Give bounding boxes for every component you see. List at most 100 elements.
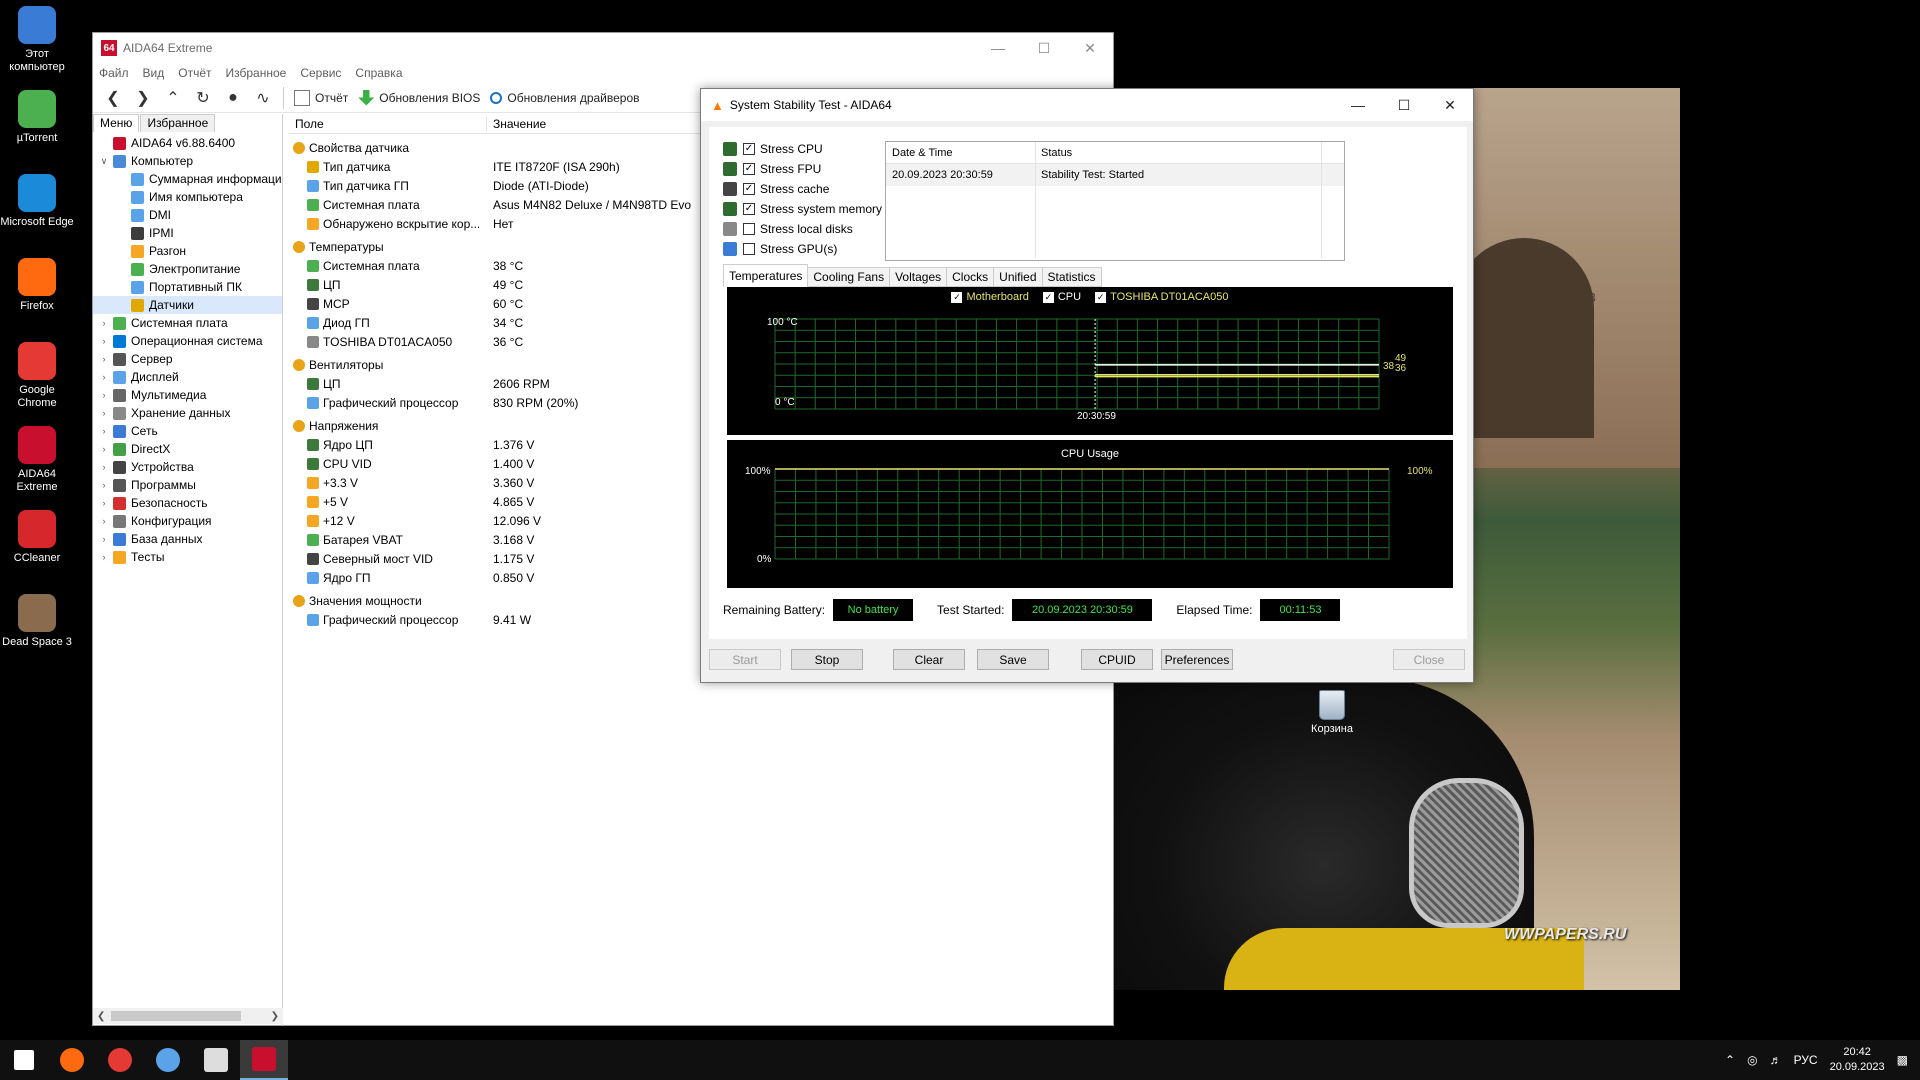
notifications-icon[interactable]: ▩ <box>1897 1053 1908 1067</box>
clock[interactable]: 20:42 20.09.2023 <box>1830 1045 1885 1075</box>
tree-item[interactable]: › Операционная система <box>93 332 282 350</box>
horizontal-scrollbar[interactable]: ❮ ❯ <box>93 1008 283 1024</box>
aida64-titlebar[interactable]: 64 AIDA64 Extreme — ☐ ✕ <box>93 33 1113 63</box>
recycle-bin[interactable]: Корзина <box>1302 690 1362 735</box>
scrollbar-thumb[interactable] <box>111 1011 241 1021</box>
menu-item[interactable]: Отчёт <box>178 66 211 80</box>
expand-chevron-icon[interactable]: › <box>99 530 109 548</box>
nav-tab[interactable]: Меню <box>93 114 140 132</box>
preferences-button[interactable]: Preferences <box>1161 649 1233 670</box>
stress-option[interactable]: ✓ Stress system memory <box>723 199 883 219</box>
expand-chevron-icon[interactable]: › <box>99 368 109 386</box>
tree-item[interactable]: › Безопасность <box>93 494 282 512</box>
column-value[interactable]: Значение <box>487 117 546 131</box>
network-icon[interactable]: ◎ <box>1747 1053 1757 1067</box>
menu-item[interactable]: Вид <box>143 66 165 80</box>
menu-item[interactable]: Файл <box>99 66 129 80</box>
language-indicator[interactable]: РУС <box>1794 1053 1818 1067</box>
stability-close-button[interactable]: ✕ <box>1427 90 1473 120</box>
tree-item[interactable]: Портативный ПК <box>93 278 282 296</box>
expand-chevron-icon[interactable]: › <box>99 386 109 404</box>
desktop-icon[interactable]: AIDA64 Extreme <box>0 426 74 510</box>
checkbox-checked[interactable]: ✓ <box>743 143 755 155</box>
tree-item[interactable]: › Конфигурация <box>93 512 282 530</box>
tree-item[interactable]: IPMI <box>93 224 282 242</box>
stress-option[interactable]: Stress local disks <box>723 219 883 239</box>
graph-tab[interactable]: Statistics <box>1041 267 1102 287</box>
checkbox-unchecked[interactable] <box>743 223 755 235</box>
stability-titlebar[interactable]: ▲ System Stability Test - AIDA64 — ☐ ✕ <box>701 89 1473 121</box>
user-icon[interactable]: ● <box>223 89 243 107</box>
desktop-icon[interactable]: Dead Space 3 <box>0 594 74 678</box>
tree-item[interactable]: Суммарная информация <box>93 170 282 188</box>
expand-chevron-icon[interactable]: › <box>99 458 109 476</box>
tree-item[interactable]: AIDA64 v6.88.6400 <box>93 134 282 152</box>
tree-item[interactable]: › Системная плата <box>93 314 282 332</box>
desktop-icon[interactable]: Google Chrome <box>0 342 74 426</box>
expand-chevron-icon[interactable]: › <box>99 512 109 530</box>
stress-option[interactable]: ✓ Stress CPU <box>723 139 883 159</box>
nav-tab[interactable]: Избранное <box>140 114 216 132</box>
graph-tab[interactable]: Cooling Fans <box>807 267 891 287</box>
graph-tab[interactable]: Unified <box>993 267 1043 287</box>
graph-icon[interactable]: ∿ <box>253 88 273 108</box>
expand-chevron-icon[interactable]: › <box>99 404 109 422</box>
taskbar-chrome[interactable] <box>96 1040 144 1080</box>
close-button[interactable]: ✕ <box>1067 33 1113 63</box>
checkbox-checked[interactable]: ✓ <box>743 203 755 215</box>
taskbar-firefox[interactable] <box>48 1040 96 1080</box>
refresh-icon[interactable]: ↻ <box>193 88 213 108</box>
taskbar-calculator[interactable] <box>192 1040 240 1080</box>
tree-item[interactable]: › DirectX <box>93 440 282 458</box>
volume-icon[interactable]: ♬ <box>1770 1053 1782 1067</box>
graph-tab[interactable]: Temperatures <box>723 264 809 287</box>
log-col-status[interactable]: Status <box>1036 142 1322 163</box>
checkbox-checked[interactable]: ✓ <box>743 183 755 195</box>
menu-item[interactable]: Сервис <box>300 66 341 80</box>
log-col-datetime[interactable]: Date & Time <box>886 142 1036 163</box>
tree-item[interactable]: › Программы <box>93 476 282 494</box>
tree-item[interactable]: ∨ Компьютер <box>93 152 282 170</box>
expand-chevron-icon[interactable]: › <box>99 350 109 368</box>
desktop-icon[interactable]: µTorrent <box>0 90 74 174</box>
stress-option[interactable]: Stress GPU(s) <box>723 239 883 259</box>
bios-update-button[interactable]: Обновления BIOS <box>358 89 480 106</box>
tree-item[interactable]: › База данных <box>93 530 282 548</box>
tree-item[interactable]: › Мультимедиа <box>93 386 282 404</box>
expand-chevron-icon[interactable]: › <box>99 548 109 566</box>
tree-item[interactable]: › Сервер <box>93 350 282 368</box>
log-row[interactable]: 20.09.2023 20:30:59 Stability Test: Star… <box>886 164 1344 186</box>
expand-chevron-icon[interactable]: › <box>99 314 109 332</box>
desktop-icon[interactable]: CCleaner <box>0 510 74 594</box>
save-button[interactable]: Save <box>977 649 1049 670</box>
driver-update-button[interactable]: Обновления драйверов <box>490 91 640 105</box>
menu-item[interactable]: Избранное <box>226 66 287 80</box>
tree-item[interactable]: Датчики <box>93 296 282 314</box>
tree-item[interactable]: Имя компьютера <box>93 188 282 206</box>
scroll-left-icon[interactable]: ❮ <box>97 1011 105 1022</box>
report-button[interactable]: Отчёт <box>294 89 348 106</box>
expand-chevron-icon[interactable]: › <box>99 494 109 512</box>
checkbox-unchecked[interactable] <box>743 243 755 255</box>
tree-item[interactable]: Разгон <box>93 242 282 260</box>
stress-option[interactable]: ✓ Stress cache <box>723 179 883 199</box>
expand-chevron-icon[interactable]: › <box>99 422 109 440</box>
checkbox-checked[interactable]: ✓ <box>743 163 755 175</box>
expand-chevron-icon[interactable]: › <box>99 332 109 350</box>
back-arrow-icon[interactable]: ❮ <box>103 88 123 108</box>
graph-tab[interactable]: Voltages <box>889 267 948 287</box>
tree-item[interactable]: › Сеть <box>93 422 282 440</box>
tree-item[interactable]: › Тесты <box>93 548 282 566</box>
clear-button[interactable]: Clear <box>893 649 965 670</box>
expand-chevron-icon[interactable]: ∨ <box>99 152 109 170</box>
up-arrow-icon[interactable]: ⌃ <box>163 88 183 108</box>
tray-chevron-icon[interactable]: ⌃ <box>1725 1053 1735 1067</box>
scroll-right-icon[interactable]: ❯ <box>271 1011 279 1022</box>
cpuid-button[interactable]: CPUID <box>1081 649 1153 670</box>
graph-tab[interactable]: Clocks <box>946 267 995 287</box>
column-field[interactable]: Поле <box>289 116 487 131</box>
taskbar-aida64[interactable] <box>240 1040 288 1080</box>
taskbar-start[interactable] <box>0 1040 48 1080</box>
minimize-button[interactable]: — <box>975 33 1021 63</box>
taskbar-app-3[interactable] <box>144 1040 192 1080</box>
